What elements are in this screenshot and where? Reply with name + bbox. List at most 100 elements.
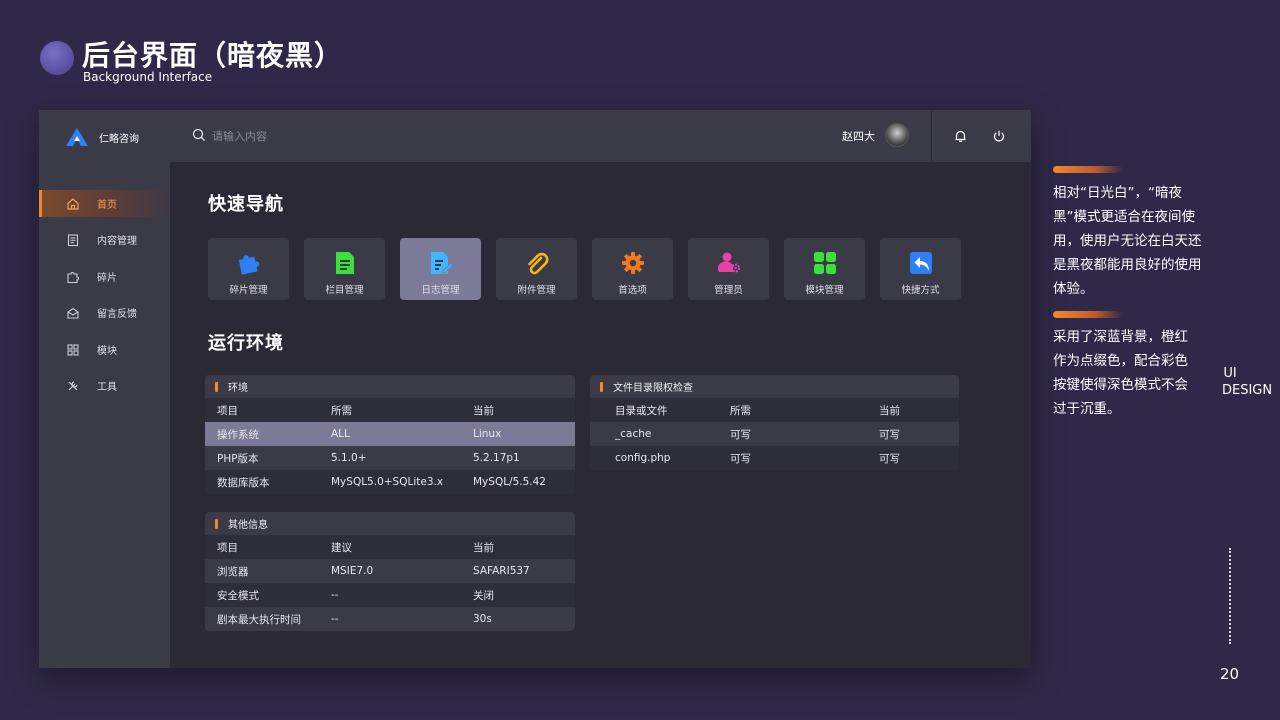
table-row[interactable]: 安全模式 -- 关闭	[205, 583, 575, 607]
table-cell: 安全模式	[217, 589, 259, 602]
quick-nav-column-management[interactable]: 栏目管理	[304, 238, 385, 300]
quick-nav-module-management[interactable]: 模块管理	[784, 238, 865, 300]
table-cell: 可写	[730, 428, 751, 441]
table-row[interactable]: 剧本最大执行时间 -- 30s	[205, 607, 575, 631]
sidebar-item-fragments[interactable]: 碎片	[39, 263, 170, 290]
header-accent-mark	[215, 518, 218, 529]
table-cell: --	[331, 589, 339, 601]
table-row[interactable]: 操作系统 ALL Linux	[205, 422, 575, 446]
home-icon	[66, 197, 80, 211]
table-row[interactable]: _cache 可写 可写	[590, 422, 959, 446]
sidebar-item-modules[interactable]: 模块	[39, 336, 170, 363]
tile-label: 首选项	[618, 285, 647, 296]
search-input[interactable]	[212, 130, 412, 143]
sidebar-item-label: 首页	[97, 200, 117, 211]
column-header: 当前	[879, 404, 900, 417]
sidebar-item-label: 模块	[97, 346, 117, 357]
logo-text: 仁略咨询	[99, 133, 139, 145]
quick-nav-attachment-management[interactable]: 附件管理	[496, 238, 577, 300]
card-header: 环境	[205, 375, 575, 398]
tile-label: 管理员	[714, 285, 743, 296]
search-icon	[192, 127, 206, 146]
tile-label: 快捷方式	[901, 285, 940, 296]
quick-nav-administrator[interactable]: 管理员	[688, 238, 769, 300]
environment-card: 环境 项目 所需 当前 操作系统 ALL Linux PHP版本 5.1.0+ …	[205, 375, 575, 494]
avatar[interactable]	[885, 123, 909, 147]
tile-label: 模块管理	[805, 285, 844, 296]
tile-label: 栏目管理	[325, 285, 364, 296]
sidebar-item-feedback[interactable]: 留言反馈	[39, 299, 170, 326]
table-cell: SAFARI537	[473, 565, 530, 577]
table-cell: 关闭	[473, 589, 494, 602]
logo[interactable]: 仁略咨询	[65, 126, 139, 148]
title-circle-decoration	[40, 41, 74, 75]
quick-nav-title: 快速导航	[208, 190, 284, 219]
description-accent-line	[1053, 166, 1123, 173]
table-cell: 数据库版本	[217, 476, 270, 489]
bell-icon[interactable]	[954, 128, 967, 147]
table-cell: MSIE7.0	[331, 565, 374, 577]
admin-app-window: 仁略咨询 首页 内容管理 碎片 留言反馈 模块 工具 请输入内容 赵四大 快速导…	[39, 110, 1031, 668]
grid-icon	[66, 343, 80, 357]
table-cell: 可写	[730, 452, 751, 465]
description-paragraph-1: 相对“日光白”，“暗夜黑”模式更适合在夜间使用，使用户无论在白天还是黑夜都能用良…	[1053, 185, 1202, 297]
topbar-divider	[931, 110, 932, 162]
table-row[interactable]: 浏览器 MSIE7.0 SAFARI537	[205, 559, 575, 583]
content-icon	[66, 233, 80, 247]
card-header: 文件目录限权检查	[590, 375, 959, 398]
column-header: 目录或文件	[615, 404, 668, 417]
table-cell: 操作系统	[217, 428, 259, 441]
logo-icon	[66, 128, 88, 146]
table-cell: 剧本最大执行时间	[217, 613, 301, 626]
runtime-title-text: 运行环境	[208, 333, 284, 354]
card-header: 其他信息	[205, 512, 575, 535]
slide-subtitle: Background Interface	[83, 70, 213, 84]
power-icon[interactable]	[992, 128, 1006, 147]
table-header-row: 目录或文件 所需 当前	[590, 398, 959, 422]
tile-label: 碎片管理	[229, 285, 268, 296]
table-cell: 浏览器	[217, 565, 249, 578]
card-title: 其他信息	[228, 520, 268, 531]
table-cell: ALL	[331, 428, 350, 440]
tile-label: 日志管理	[421, 285, 460, 296]
sidebar-item-home[interactable]: 首页	[39, 190, 170, 217]
table-cell: _cache	[615, 428, 652, 440]
table-row[interactable]: 数据库版本 MySQL5.0+SQLite3.x MySQL/5.5.42	[205, 470, 575, 494]
dotted-line-decoration	[1229, 548, 1231, 644]
card-title: 文件目录限权检查	[613, 383, 693, 394]
column-header: 项目	[217, 541, 238, 554]
quick-nav-shortcuts[interactable]: 快捷方式	[880, 238, 961, 300]
search-box[interactable]	[192, 127, 412, 146]
sidebar-item-label: 内容管理	[97, 236, 137, 247]
gear-icon	[592, 250, 673, 276]
table-cell: config.php	[615, 452, 671, 464]
message-icon	[66, 306, 80, 320]
table-cell: 5.2.17p1	[473, 452, 520, 464]
header-accent-mark	[215, 381, 218, 392]
user-name[interactable]: 赵四大	[842, 128, 875, 144]
sidebar-item-label: 碎片	[97, 273, 117, 284]
sidebar: 仁略咨询 首页 内容管理 碎片 留言反馈 模块 工具	[39, 110, 170, 668]
ui-design-vertical-label: UI DESIGN	[1222, 366, 1273, 398]
quick-nav-log-management[interactable]: 日志管理	[400, 238, 481, 300]
runtime-title: 运行环境	[208, 329, 284, 358]
slide-title: 后台界面（暗夜黑）	[82, 39, 344, 72]
admin-icon	[688, 250, 769, 276]
description-paragraph-2: 采用了深蓝背景，橙红作为点缀色，配合彩色按键使得深色模式不会过于沉重。	[1053, 329, 1188, 417]
description-accent-line	[1053, 311, 1123, 318]
sidebar-item-content[interactable]: 内容管理	[39, 226, 170, 253]
column-header: 当前	[473, 404, 494, 417]
quick-nav-title-text: 快速导航	[208, 194, 284, 215]
tile-label: 附件管理	[517, 285, 556, 296]
table-header-row: 项目 建议 当前	[205, 535, 575, 559]
quick-nav-preferences[interactable]: 首选项	[592, 238, 673, 300]
sidebar-item-tools[interactable]: 工具	[39, 372, 170, 399]
table-cell: 可写	[879, 452, 900, 465]
table-cell: 5.1.0+	[331, 452, 367, 464]
quick-nav-fragment-management[interactable]: 碎片管理	[208, 238, 289, 300]
column-header: 所需	[730, 404, 751, 417]
tools-icon	[66, 379, 80, 393]
table-row[interactable]: PHP版本 5.1.0+ 5.2.17p1	[205, 446, 575, 470]
table-row[interactable]: config.php 可写 可写	[590, 446, 959, 470]
sidebar-item-label: 留言反馈	[97, 309, 137, 320]
